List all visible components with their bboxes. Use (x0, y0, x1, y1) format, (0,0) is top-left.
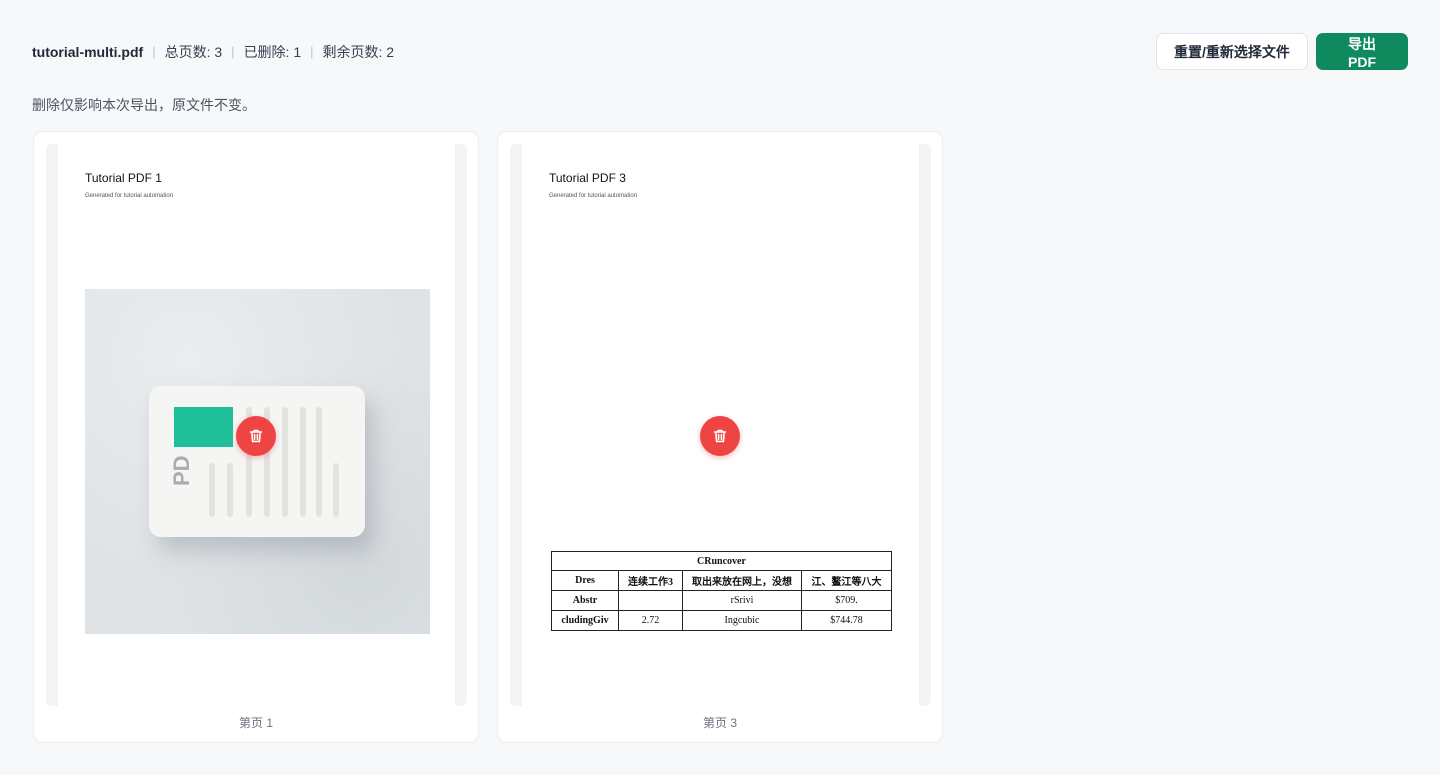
separator: | (231, 44, 235, 59)
info-note: 删除仅影响本次导出，原文件不变。 (32, 97, 256, 113)
table-cell: rSrivi (682, 590, 802, 611)
file-name: tutorial-multi.pdf (32, 43, 144, 60)
file-info: tutorial-multi.pdf | 总页数: 3 | 已删除: 1 | 剩… (32, 42, 394, 62)
table-cell: cludingGiv (551, 610, 619, 631)
table-cell: $709. (801, 590, 892, 611)
table-row: cludingGiv 2.72 Ingcubic $744.78 (551, 610, 892, 631)
table-header: 连续工作3 (618, 570, 683, 591)
page-title: Tutorial PDF 3 (549, 171, 626, 185)
deleted-count: 已删除: 1 (243, 43, 302, 60)
export-pdf-button[interactable]: 导出 PDF (1316, 33, 1408, 70)
table-header: 取出来放在网上，没想 (682, 570, 802, 591)
trash-icon (249, 429, 263, 443)
document-illustration: PD (85, 289, 430, 634)
separator: | (310, 44, 314, 59)
document-card-graphic: PD (149, 386, 365, 537)
table-cell (618, 590, 683, 611)
table-row: Abstr rSrivi $709. (551, 590, 892, 611)
green-block (174, 407, 233, 447)
actions: 重置/重新选择文件 导出 PDF (1156, 33, 1408, 70)
page-subtitle: Generated for tutorial automation (85, 193, 174, 199)
table-caption: CRuncover (551, 551, 892, 571)
pdf-label: PD (169, 455, 194, 486)
toolbar: tutorial-multi.pdf | 总页数: 3 | 已删除: 1 | 剩… (32, 33, 1408, 70)
reset-button[interactable]: 重置/重新选择文件 (1156, 33, 1308, 70)
page-caption: 第页 3 (702, 716, 737, 730)
remaining-pages: 剩余页数: 2 (322, 43, 395, 60)
page-card: Tutorial PDF 1 Generated for tutorial au… (33, 131, 479, 743)
table-header-row: Dres 连续工作3 取出来放在网上，没想 江、鳌江等八大 (551, 570, 892, 591)
separator: | (152, 44, 156, 59)
page-subtitle: Generated for tutorial automation (549, 193, 638, 199)
page-card: Tutorial PDF 3 Generated for tutorial au… (497, 131, 943, 743)
delete-page-button[interactable] (700, 416, 740, 456)
table-cell: 2.72 (618, 610, 683, 631)
table-header: Dres (551, 570, 619, 591)
table-cell: Ingcubic (682, 610, 802, 631)
table-header: 江、鳌江等八大 (801, 570, 892, 591)
table-cell: $744.78 (801, 610, 892, 631)
page-title: Tutorial PDF 1 (85, 171, 162, 185)
delete-page-button[interactable] (236, 416, 276, 456)
page-caption: 第页 1 (238, 716, 273, 730)
trash-icon (713, 429, 727, 443)
table-cell: Abstr (551, 590, 619, 611)
total-pages: 总页数: 3 (164, 43, 223, 60)
pdf-table: CRuncover Dres 连续工作3 取出来放在网上，没想 江、鳌江等八大 … (551, 551, 892, 631)
